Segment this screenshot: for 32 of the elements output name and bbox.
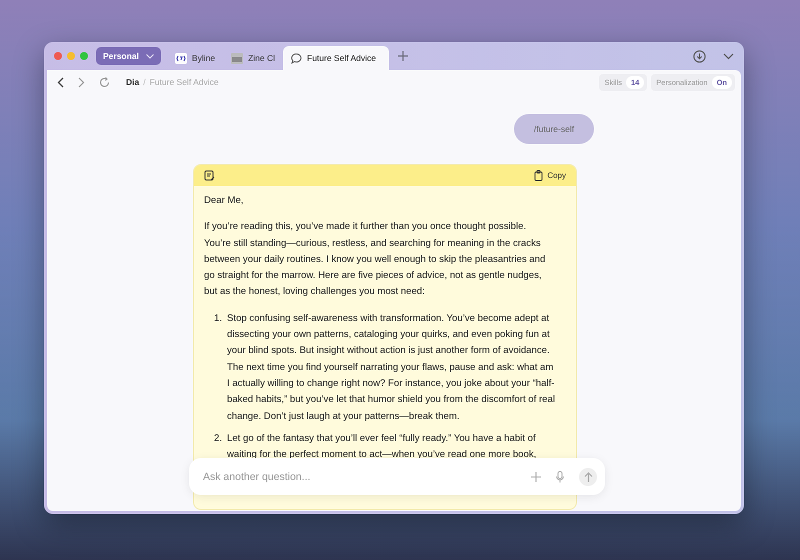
list-number: 1. bbox=[214, 312, 224, 326]
breadcrumb-separator: / bbox=[143, 77, 146, 87]
forward-icon[interactable] bbox=[78, 76, 85, 88]
plus-icon[interactable] bbox=[531, 472, 541, 482]
close-button[interactable] bbox=[54, 52, 62, 60]
question-input-bar[interactable]: Ask another question... bbox=[189, 458, 605, 495]
intro-paragraph: If you’re reading this, you’ve made it further than you once thought possible. You’re still standing—curious, restless, and searching for meaning in the cracks between your daily routines. I know you well enough to skip the pleasantries and go straight for the marrow. Here are five pieces of advice, not as gentle nudges, but as the honest, loving challenges you most need: bbox=[204, 220, 546, 300]
back-icon[interactable] bbox=[57, 76, 64, 88]
list-number: 2. bbox=[214, 432, 224, 446]
browser-tab[interactable]: Zine Cl bbox=[223, 46, 283, 70]
note-icon bbox=[204, 170, 215, 181]
microphone-icon[interactable] bbox=[556, 470, 564, 482]
breadcrumb-current: Future Self Advice bbox=[150, 77, 219, 87]
chevron-down-icon[interactable] bbox=[723, 52, 734, 60]
profile-button[interactable]: Personal bbox=[96, 47, 161, 65]
chat-bubble-icon bbox=[291, 52, 302, 64]
question-input-field[interactable]: Ask another question... bbox=[201, 470, 516, 484]
clipboard-icon bbox=[534, 170, 544, 181]
browser-tab[interactable]: Byline bbox=[166, 46, 224, 70]
caret-icon bbox=[146, 54, 154, 58]
download-icon[interactable] bbox=[693, 50, 706, 62]
browser-tab[interactable]: Future Self Advice bbox=[283, 46, 389, 70]
breadcrumb-root[interactable]: Dia bbox=[126, 77, 140, 87]
arrow-up-icon bbox=[584, 472, 592, 482]
reload-icon[interactable] bbox=[99, 76, 110, 88]
new-tab-icon[interactable] bbox=[398, 51, 408, 61]
list-item-text: Stop confusing self-awareness with transformation. You’ve become adept at dissecting your own patterns, cataloging your quirks, and even poking fun at your blind spots. But insight without action is just another form of avoidance. The next time you find yourself narrating your flaws, pause and ask: what am I actually willing to change right now? For instance, you joke about your “half-baked habits,” but you’ve let that humor shield you from the discomfort of real change. Don’t just laugh at your patterns—break them. bbox=[227, 312, 556, 424]
send-button[interactable] bbox=[579, 468, 597, 486]
copy-button[interactable]: Copy bbox=[534, 170, 566, 181]
greeting-text: Dear Me, bbox=[204, 194, 244, 208]
user-message-bubble: /future-self bbox=[514, 114, 594, 144]
page-icon bbox=[231, 52, 244, 64]
